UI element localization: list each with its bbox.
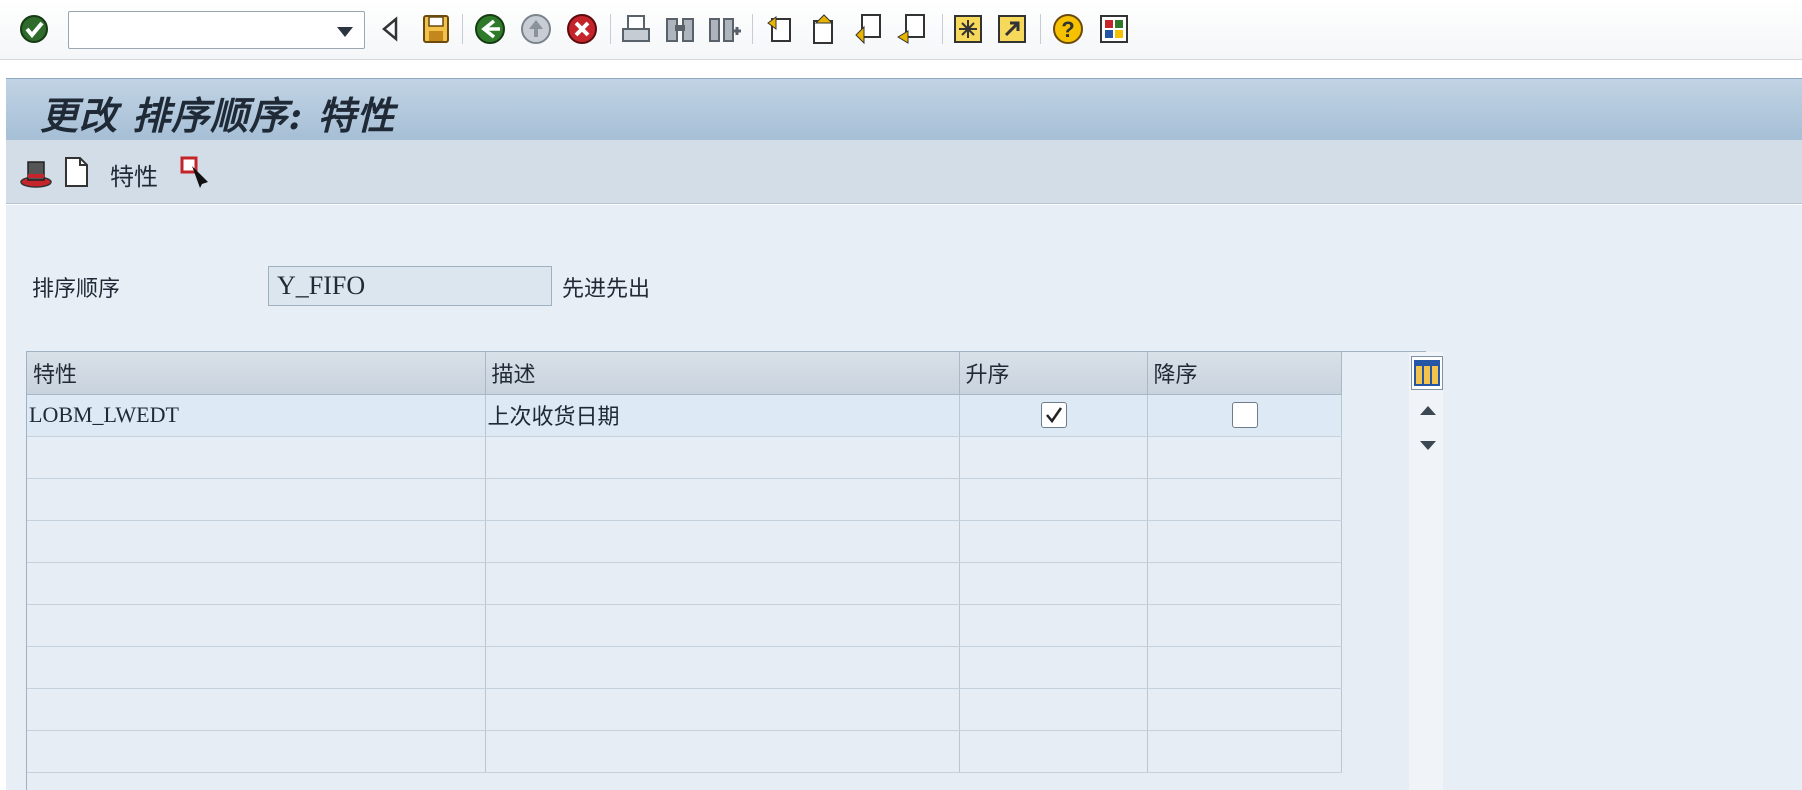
print-icon[interactable] <box>618 11 654 47</box>
last-page-icon[interactable] <box>894 11 930 47</box>
column-header-description[interactable]: 描述 <box>485 352 960 395</box>
characteristics-table: 特性 描述 升序 降序 LOBM_LWEDT 上次收货日期 <box>26 351 1443 790</box>
application-toolbar: 特性 <box>6 140 1802 204</box>
descending-checkbox[interactable] <box>1232 402 1258 428</box>
select-cursor-icon[interactable] <box>178 154 214 190</box>
column-header-ascending[interactable]: 升序 <box>959 352 1148 395</box>
empty-cell[interactable] <box>27 730 486 773</box>
empty-cell[interactable] <box>1147 688 1342 731</box>
description-cell: 上次收货日期 <box>485 394 960 437</box>
scroll-down-icon[interactable] <box>1415 432 1441 458</box>
prev-page-icon[interactable] <box>806 11 842 47</box>
next-page-icon[interactable] <box>850 11 886 47</box>
shortcut-icon[interactable] <box>994 11 1030 47</box>
table-row[interactable] <box>27 730 1342 773</box>
sort-order-description: 先进先出 <box>562 277 651 302</box>
empty-cell[interactable] <box>1147 730 1342 773</box>
create-session-icon[interactable] <box>950 11 986 47</box>
empty-cell[interactable] <box>485 562 960 605</box>
empty-cell[interactable] <box>27 436 486 479</box>
sort-order-field[interactable]: Y_FIFO <box>268 266 552 306</box>
table-row[interactable] <box>27 520 1342 563</box>
empty-cell[interactable] <box>485 688 960 731</box>
empty-cell[interactable] <box>959 562 1148 605</box>
title-bar: 更改 排序顺序: 特性 <box>6 78 1802 140</box>
help-icon[interactable]: ? <box>1050 11 1086 47</box>
scroll-up-icon[interactable] <box>1415 398 1441 424</box>
empty-cell[interactable] <box>1147 478 1342 521</box>
chevron-down-icon[interactable] <box>336 26 354 38</box>
command-field[interactable] <box>68 11 365 49</box>
table-row[interactable] <box>27 478 1342 521</box>
new-document-icon[interactable] <box>58 154 94 190</box>
cancel-icon[interactable] <box>564 11 600 47</box>
table-row[interactable] <box>27 562 1342 605</box>
empty-cell[interactable] <box>959 730 1148 773</box>
descending-cell <box>1147 394 1342 437</box>
main-content: 排序顺序 Y_FIFO 先进先出 特性 描述 升序 降序 LOBM_LWEDT <box>6 205 1802 790</box>
empty-cell[interactable] <box>485 604 960 647</box>
empty-cell[interactable] <box>485 436 960 479</box>
empty-cell[interactable] <box>485 730 960 773</box>
empty-cell[interactable] <box>485 478 960 521</box>
empty-cell[interactable] <box>27 688 486 731</box>
empty-cell[interactable] <box>959 688 1148 731</box>
empty-cell[interactable] <box>959 436 1148 479</box>
empty-cell[interactable] <box>27 562 486 605</box>
table-row[interactable] <box>27 688 1342 731</box>
table-row[interactable] <box>27 646 1342 689</box>
column-config-icon[interactable] <box>1411 356 1443 390</box>
table-row[interactable]: LOBM_LWEDT 上次收货日期 <box>27 394 1342 437</box>
first-page-icon[interactable] <box>762 11 798 47</box>
checkmark-icon <box>1046 407 1063 424</box>
characteristic-button-label[interactable]: 特性 <box>110 157 158 192</box>
column-header-descending[interactable]: 降序 <box>1147 352 1342 395</box>
column-header-characteristic[interactable]: 特性 <box>27 352 486 395</box>
page-title: 更改 排序顺序: 特性 <box>40 93 396 138</box>
empty-cell[interactable] <box>959 646 1148 689</box>
customize-layout-icon[interactable] <box>1096 11 1132 47</box>
empty-cell[interactable] <box>27 646 486 689</box>
back-green-icon[interactable] <box>472 11 508 47</box>
table-header-row: 特性 描述 升序 降序 <box>27 352 1342 395</box>
enter-icon[interactable] <box>16 11 52 47</box>
empty-cell[interactable] <box>959 478 1148 521</box>
system-toolbar: ? <box>0 0 1802 60</box>
empty-cell[interactable] <box>1147 604 1342 647</box>
sort-order-label: 排序顺序 <box>32 277 121 302</box>
empty-cell[interactable] <box>1147 436 1342 479</box>
empty-cell[interactable] <box>485 520 960 563</box>
empty-cell[interactable] <box>959 520 1148 563</box>
command-input[interactable] <box>73 16 323 44</box>
svg-text:?: ? <box>1061 17 1074 42</box>
empty-cell[interactable] <box>27 520 486 563</box>
table-row[interactable] <box>27 604 1342 647</box>
ascending-checkbox[interactable] <box>1041 402 1067 428</box>
empty-cell[interactable] <box>1147 562 1342 605</box>
empty-cell[interactable] <box>27 478 486 521</box>
back-icon[interactable] <box>372 11 408 47</box>
empty-cell[interactable] <box>1147 646 1342 689</box>
empty-cell[interactable] <box>1147 520 1342 563</box>
find-icon[interactable] <box>662 11 698 47</box>
characteristic-cell[interactable]: LOBM_LWEDT <box>27 394 486 437</box>
characteristics-grid: 特性 描述 升序 降序 LOBM_LWEDT 上次收货日期 <box>27 352 1342 773</box>
hat-icon[interactable] <box>18 154 54 190</box>
empty-cell[interactable] <box>959 604 1148 647</box>
save-icon[interactable] <box>418 11 454 47</box>
find-next-icon[interactable] <box>706 11 742 47</box>
table-row[interactable] <box>27 436 1342 479</box>
exit-icon[interactable] <box>518 11 554 47</box>
empty-cell[interactable] <box>27 604 486 647</box>
ascending-cell <box>959 394 1148 437</box>
empty-cell[interactable] <box>485 646 960 689</box>
